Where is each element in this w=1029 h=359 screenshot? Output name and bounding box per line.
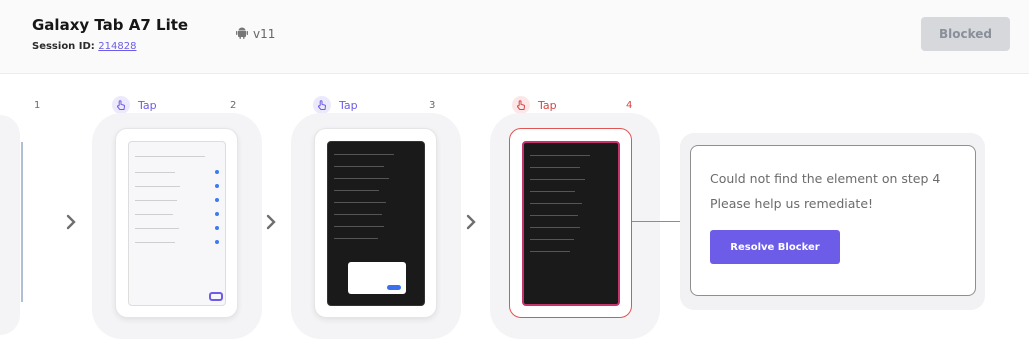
step-number-1: 1 [34, 100, 41, 111]
os-version-label: v11 [253, 27, 276, 41]
step-4-action: Tap [512, 96, 557, 114]
chevron-right-icon [66, 214, 76, 235]
dialog-preview [348, 262, 406, 294]
step-1-card[interactable] [0, 115, 20, 335]
session-id-link[interactable]: 214828 [98, 41, 136, 52]
step-4-card[interactable] [509, 128, 632, 318]
session-label: Session ID: [32, 41, 95, 52]
step-2-action-label: Tap [138, 98, 157, 112]
chevron-right-icon [466, 214, 476, 235]
step-3-screenshot [327, 141, 425, 306]
step-number-2: 2 [230, 100, 237, 111]
os-version: v11 [236, 26, 275, 42]
session-header: Galaxy Tab A7 Lite Session ID: 214828 v1… [0, 0, 1029, 74]
step-2-screenshot [128, 141, 226, 306]
step-3-card[interactable] [314, 128, 437, 318]
chevron-right-icon [266, 214, 276, 235]
step-4-screenshot [522, 141, 620, 306]
error-message: Could not find the element on step 4 [710, 171, 941, 186]
step-3-action-label: Tap [339, 98, 358, 112]
step-number-4: 4 [626, 100, 633, 111]
resolve-blocker-button[interactable]: Resolve Blocker [710, 230, 840, 264]
tap-hand-icon [112, 96, 130, 114]
tap-hand-icon [512, 96, 530, 114]
device-name: Galaxy Tab A7 Lite [32, 16, 189, 34]
tap-hand-icon [313, 96, 331, 114]
step-2-action: Tap [112, 96, 157, 114]
step-number-3: 3 [429, 100, 436, 111]
step-4-action-label: Tap [538, 98, 557, 112]
step-1-screen-edge [21, 142, 23, 302]
error-panel: Could not find the element on step 4 Ple… [690, 145, 976, 296]
step-2-card[interactable] [115, 128, 238, 318]
error-help-text: Please help us remediate! [710, 196, 874, 211]
blocked-status-button[interactable]: Blocked [921, 17, 1010, 51]
session-info: Session ID: 214828 [32, 41, 136, 52]
step-3-action: Tap [313, 96, 358, 114]
android-icon [236, 26, 248, 42]
